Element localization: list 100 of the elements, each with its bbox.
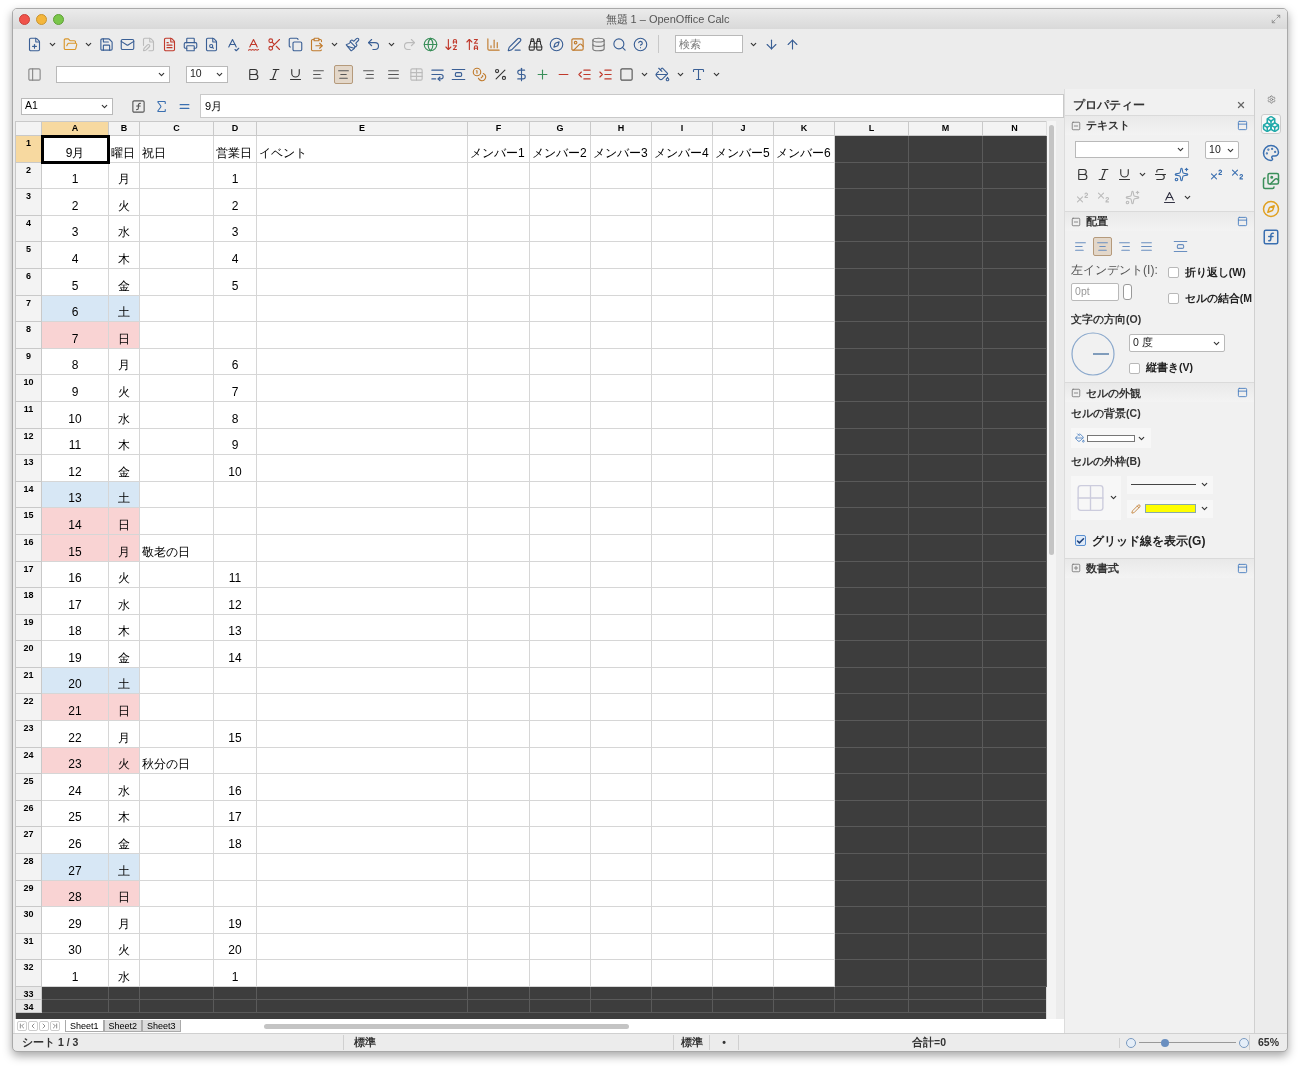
row-header[interactable]: 12 [16, 428, 42, 456]
print-preview-icon[interactable] [204, 36, 219, 52]
borders-icon[interactable] [619, 66, 634, 82]
row-header[interactable]: 5 [16, 242, 42, 269]
more-options-icon[interactable] [1237, 562, 1249, 574]
undo-icon[interactable] [366, 36, 381, 52]
more-options-icon[interactable] [1237, 120, 1249, 131]
column-header[interactable]: B [109, 122, 140, 136]
checkbox[interactable] [1075, 535, 1087, 547]
gallery-tab-icon[interactable] [1262, 172, 1281, 190]
copy-icon[interactable] [288, 36, 303, 52]
row-header[interactable]: 7 [16, 295, 42, 323]
row-header[interactable]: 14 [16, 481, 42, 509]
row-header[interactable]: 8 [16, 322, 42, 349]
collapse-icon[interactable] [1071, 120, 1082, 131]
database-icon[interactable] [591, 36, 606, 52]
row-header[interactable]: 33 [16, 987, 42, 1000]
font-color-icon[interactable] [691, 66, 706, 82]
sheet-tab[interactable]: Sheet3 [142, 1020, 181, 1032]
settings-icon[interactable] [1266, 95, 1276, 104]
row-header[interactable]: 18 [16, 588, 42, 615]
name-box[interactable]: A1 [21, 97, 113, 115]
font-size-field[interactable]: 10 [1205, 141, 1240, 159]
help-icon[interactable] [633, 36, 648, 52]
sort-descending-icon[interactable] [465, 36, 480, 52]
underline-icon[interactable] [1117, 167, 1133, 182]
paintbrush-icon[interactable] [345, 36, 360, 52]
row-header[interactable]: 10 [16, 375, 42, 402]
paste-icon[interactable] [309, 36, 324, 52]
row-header[interactable]: 24 [16, 747, 42, 775]
pdf-icon[interactable] [162, 36, 177, 52]
line-color-swatch[interactable] [1145, 504, 1197, 514]
row-header[interactable]: 23 [16, 721, 42, 748]
align-center-icon[interactable] [1093, 237, 1113, 256]
row-header[interactable]: 29 [16, 880, 42, 908]
binoculars-icon[interactable] [528, 36, 543, 52]
row-header[interactable]: 28 [16, 854, 42, 881]
row-header[interactable]: 19 [16, 614, 42, 642]
collapse-icon[interactable] [1071, 387, 1082, 398]
angle-field[interactable]: 0 度 [1129, 334, 1226, 353]
vertical-align-icon[interactable] [1173, 239, 1189, 254]
find-previous-icon[interactable] [785, 36, 800, 52]
row-header[interactable]: 34 [16, 1000, 42, 1013]
vertical-scrollbar[interactable] [1049, 125, 1054, 555]
wrap-text-icon[interactable] [430, 66, 445, 82]
checkbox[interactable] [1167, 293, 1179, 305]
row-header[interactable]: 20 [16, 641, 42, 668]
row-header[interactable]: 32 [16, 960, 42, 987]
row-header[interactable]: 6 [16, 268, 42, 296]
section-title[interactable]: 数書式 [1086, 560, 1120, 577]
pen-icon[interactable] [507, 36, 522, 52]
increase-indent-icon[interactable] [598, 66, 613, 82]
compass-icon[interactable] [549, 36, 564, 52]
first-sheet-icon[interactable] [17, 1021, 27, 1031]
expand-icon[interactable] [1071, 563, 1082, 574]
column-header[interactable]: M [909, 122, 983, 136]
last-sheet-icon[interactable] [50, 1021, 60, 1031]
vertical-align-icon[interactable] [451, 66, 466, 82]
sidebar-toggle-icon[interactable] [27, 66, 42, 82]
row-header[interactable]: 22 [16, 694, 42, 722]
chart-icon[interactable] [486, 36, 501, 52]
row-header[interactable]: 31 [16, 933, 42, 961]
close-icon[interactable] [1236, 100, 1247, 110]
font-size-field[interactable]: 10 [186, 65, 228, 83]
save-icon[interactable] [99, 36, 114, 52]
italic-icon[interactable] [267, 66, 282, 82]
checkbox[interactable] [1129, 362, 1141, 374]
column-header[interactable]: J [713, 122, 774, 136]
more-options-icon[interactable] [1237, 216, 1249, 227]
close-button[interactable] [19, 13, 30, 25]
auto-spellcheck-icon[interactable] [246, 36, 261, 52]
function-wizard-icon[interactable] [131, 98, 146, 114]
column-header[interactable]: I [652, 122, 713, 136]
column-header[interactable]: A [42, 122, 109, 136]
zoom-slider-thumb[interactable] [1161, 1038, 1170, 1047]
underline-icon[interactable] [288, 66, 303, 82]
row-header[interactable]: 30 [16, 907, 42, 934]
fullscreen-icon[interactable] [1271, 14, 1281, 24]
row-header[interactable]: 17 [16, 561, 42, 589]
dollar-icon[interactable] [514, 66, 529, 82]
align-center-icon[interactable] [334, 64, 353, 84]
merge-cells-icon[interactable] [409, 66, 424, 82]
image-icon[interactable] [570, 36, 585, 52]
sheet-tab[interactable]: Sheet2 [103, 1020, 143, 1032]
row-header[interactable]: 21 [16, 667, 42, 695]
column-header[interactable]: L [835, 122, 909, 136]
row-header[interactable]: 2 [16, 162, 42, 190]
column-header[interactable]: E [257, 122, 468, 136]
font-name-field[interactable] [56, 65, 170, 83]
new-document-icon[interactable] [27, 36, 42, 52]
zoom-button[interactable] [53, 13, 64, 25]
currency-icon[interactable] [472, 66, 487, 82]
paint-bucket-icon[interactable] [1075, 433, 1086, 443]
column-header[interactable]: N [983, 122, 1047, 136]
previous-sheet-icon[interactable] [28, 1021, 38, 1031]
collapse-icon[interactable] [1071, 216, 1082, 227]
row-header[interactable]: 3 [16, 189, 42, 216]
sort-ascending-icon[interactable] [444, 36, 459, 52]
column-header[interactable]: G [530, 122, 591, 136]
decrease-indent-icon[interactable] [577, 66, 592, 82]
